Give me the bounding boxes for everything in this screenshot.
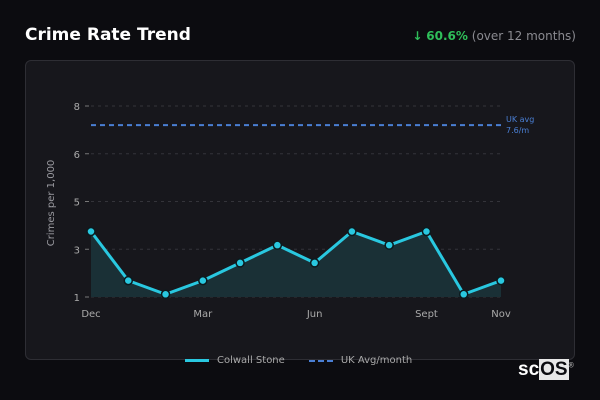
data-point [272,240,283,250]
legend-swatch [308,359,333,362]
line-chart: 1 3 5 6 8 Dec Mar Jun Sept Nov UK avg 7.6/m Crimes … [46,102,534,320]
data-point [309,258,320,268]
legend-label: UK Avg/month [340,355,413,366]
x-tick-label: Dec [81,309,100,320]
y-axis-label: Crimes per 1,000 [46,160,57,247]
data-point [384,240,394,250]
data-point [421,226,432,237]
data-point [235,258,245,268]
x-tick-label: Sept [415,309,438,320]
data-point [198,275,208,286]
y-tick-label: 1 [74,293,80,304]
data-point [496,275,506,286]
y-tick-label: 6 [74,150,80,161]
x-tick-label: Mar [193,309,213,320]
x-tick-label: Nov [491,309,511,320]
legend-label: Colwall Stone [217,355,285,366]
legend-item-uk-avg[interactable]: UK Avg/month [308,355,413,366]
data-point [347,226,357,237]
scos-logo: scOS® [518,359,574,380]
data-point [458,289,469,300]
data-point [123,275,134,286]
legend-swatch [185,359,209,362]
y-tick-label: 5 [74,198,80,209]
data-point [160,289,171,300]
y-tick-label: 3 [74,245,80,256]
series-area [91,231,501,297]
legend: Colwall Stone UK Avg/month [185,355,412,366]
data-point [86,226,96,237]
uk-avg-label: UK avg [506,115,534,124]
legend-item-series[interactable]: Colwall Stone [185,355,285,366]
uk-avg-value: 7.6/m [506,126,529,135]
y-tick-label: 8 [74,102,80,113]
x-tick-label: Jun [306,309,323,320]
